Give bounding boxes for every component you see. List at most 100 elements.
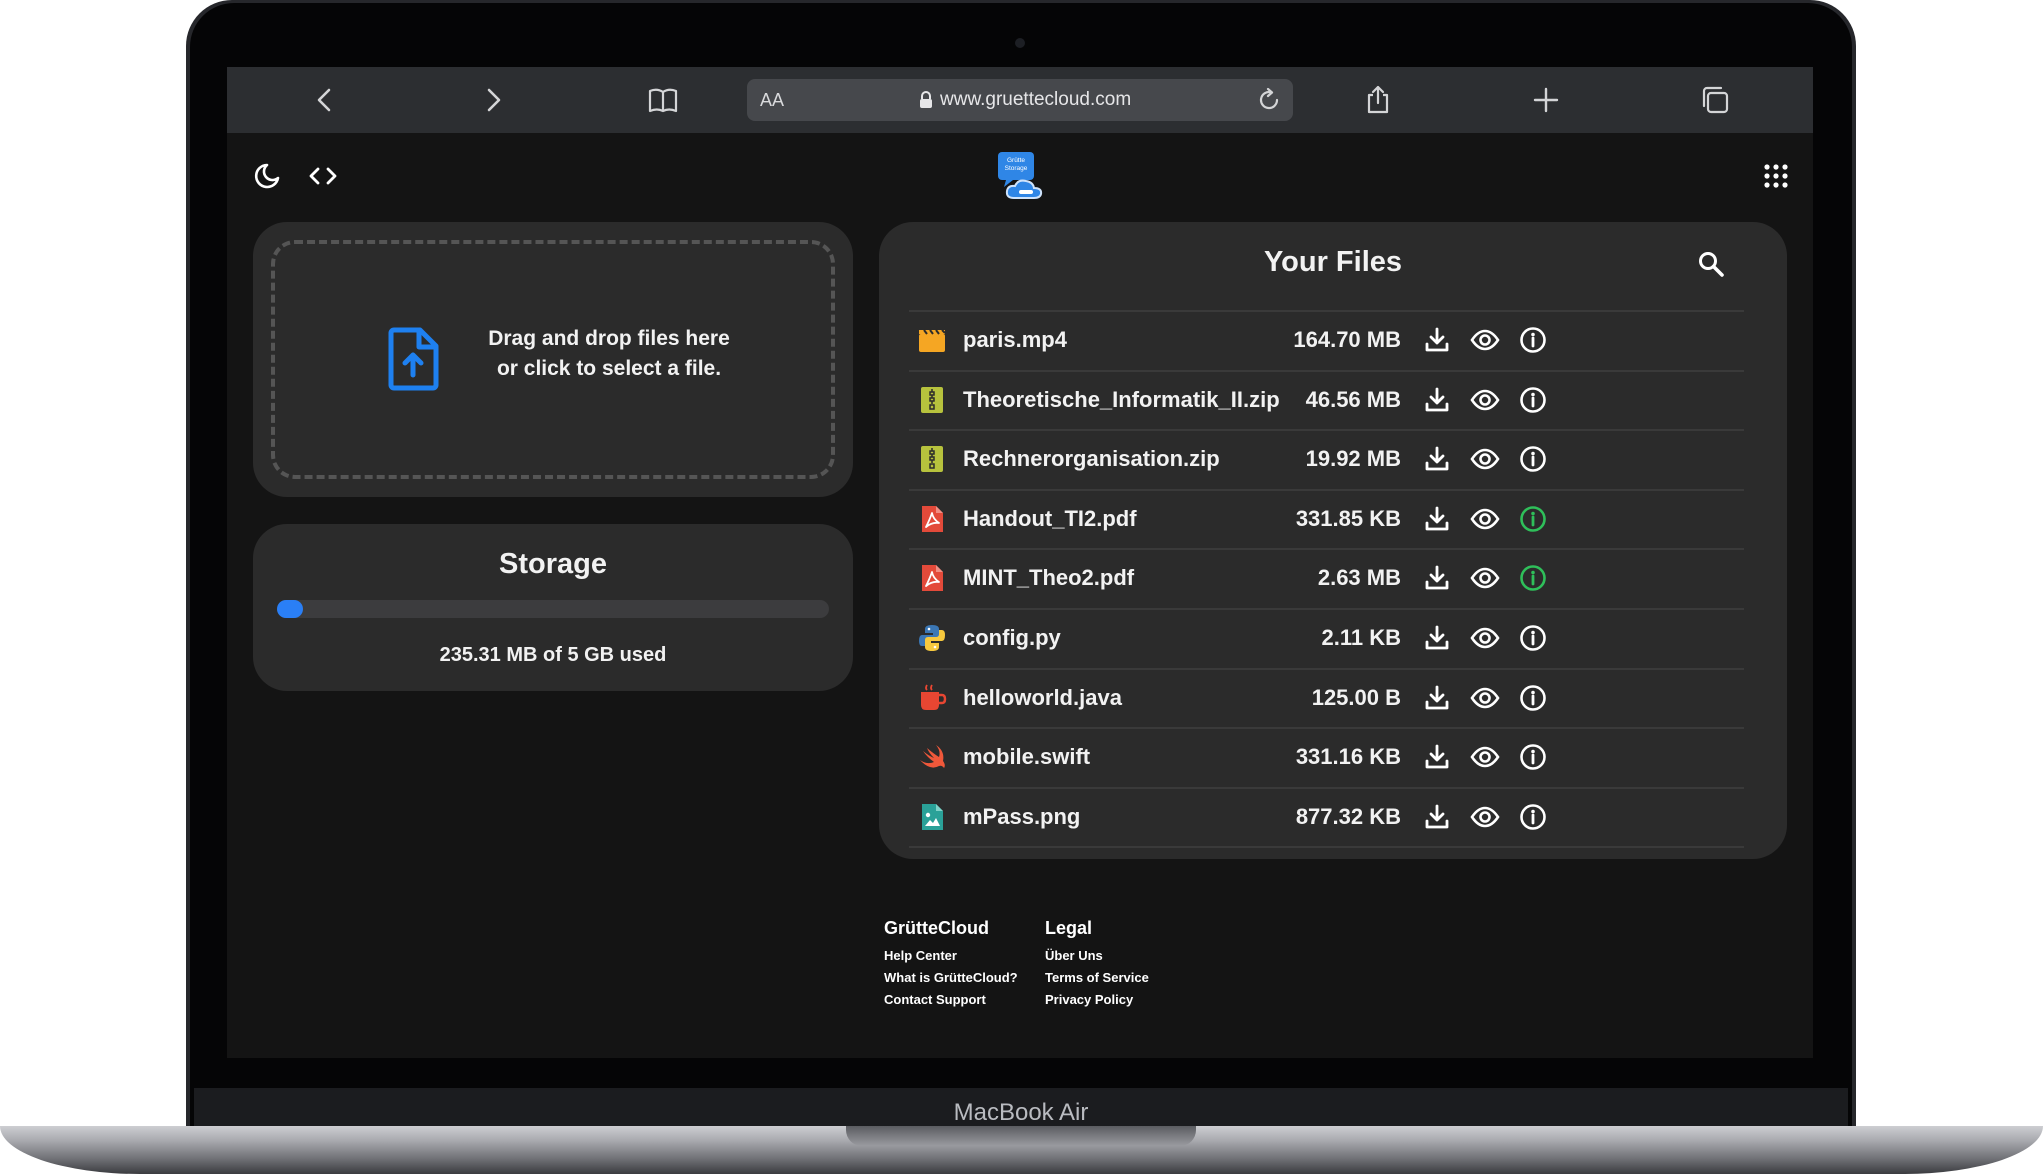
download-icon[interactable]: [1422, 683, 1452, 713]
storage-progress-fill: [277, 600, 303, 618]
file-row[interactable]: mobile.swift 331.16 KB: [909, 729, 1744, 789]
footer-heading: Legal: [1045, 918, 1093, 938]
code-icon[interactable]: [308, 162, 338, 190]
file-name[interactable]: config.py: [963, 625, 1061, 651]
java-file-icon: [917, 683, 947, 713]
preview-eye-icon[interactable]: [1470, 385, 1500, 415]
reload-icon[interactable]: [1256, 87, 1282, 113]
file-row[interactable]: config.py 2.11 KB: [909, 610, 1744, 670]
screen: AA www.gruettecloud.com Grütte Storage D…: [227, 67, 1813, 1058]
storage-card: Storage 235.31 MB of 5 GB used: [253, 524, 853, 691]
download-icon[interactable]: [1422, 802, 1452, 832]
file-row[interactable]: Rechnerorganisation.zip 19.92 MB: [909, 431, 1744, 491]
file-name[interactable]: mPass.png: [963, 804, 1080, 830]
zip-file-icon: [917, 385, 947, 415]
file-name[interactable]: Theoretische_Informatik_II.zip: [963, 387, 1280, 413]
drop-instructions-line2: or click to select a file.: [496, 357, 722, 380]
file-name[interactable]: Rechnerorganisation.zip: [963, 446, 1220, 472]
browser-toolbar: AA www.gruettecloud.com: [227, 67, 1813, 133]
info-icon[interactable]: [1518, 444, 1548, 474]
svg-text:Grütte: Grütte: [1007, 157, 1025, 164]
tabs-overview-icon[interactable]: [1699, 84, 1731, 116]
storage-used-text: 235.31 MB of 5 GB used: [439, 644, 667, 666]
camera-icon: [1015, 38, 1025, 48]
preview-eye-icon[interactable]: [1470, 444, 1500, 474]
file-upload-icon: [388, 327, 440, 391]
footer-link-privacy[interactable]: Privacy Policy: [1045, 989, 1149, 1011]
download-icon[interactable]: [1422, 742, 1452, 772]
preview-eye-icon[interactable]: [1470, 325, 1500, 355]
file-row[interactable]: Theoretische_Informatik_II.zip 46.56 MB: [909, 372, 1744, 432]
file-row[interactable]: helloworld.java 125.00 B: [909, 670, 1744, 730]
address-bar[interactable]: AA www.gruettecloud.com: [747, 79, 1293, 121]
pdf-file-icon: [917, 504, 947, 534]
download-icon[interactable]: [1422, 325, 1452, 355]
storage-title: Storage: [499, 548, 607, 580]
drop-instructions-line1: Drag and drop files here: [488, 327, 730, 350]
footer-column-gruettecloud: GrütteCloud Help Center What is GrütteCl…: [884, 918, 1018, 1011]
footer-link-contact-support[interactable]: Contact Support: [884, 989, 1018, 1011]
reader-aa-button[interactable]: AA: [760, 90, 784, 111]
image-file-icon: [917, 802, 947, 832]
back-icon[interactable]: [309, 84, 341, 116]
footer-link-help-center[interactable]: Help Center: [884, 945, 1018, 967]
preview-eye-icon[interactable]: [1470, 563, 1500, 593]
file-size: 46.56 MB: [1305, 386, 1401, 412]
python-file-icon: [917, 623, 947, 653]
footer-link-ueber-uns[interactable]: Über Uns: [1045, 945, 1149, 967]
footer-link-terms[interactable]: Terms of Service: [1045, 967, 1149, 989]
svg-text:Storage: Storage: [1005, 165, 1028, 172]
dark-mode-moon-icon[interactable]: [253, 162, 281, 190]
forward-icon[interactable]: [477, 84, 509, 116]
search-icon[interactable]: [1697, 250, 1725, 278]
file-row[interactable]: Handout_TI2.pdf 331.85 KB: [909, 491, 1744, 551]
info-icon[interactable]: [1518, 683, 1548, 713]
lock-icon: [920, 91, 932, 108]
file-name[interactable]: MINT_Theo2.pdf: [963, 565, 1134, 591]
info-icon[interactable]: [1518, 623, 1548, 653]
download-icon[interactable]: [1422, 563, 1452, 593]
footer-heading: GrütteCloud: [884, 918, 989, 938]
apps-grid-icon[interactable]: [1763, 163, 1789, 189]
footer-link-what-is[interactable]: What is GrütteCloud?: [884, 967, 1018, 989]
drop-instructions: Drag and drop files here or click to sel…: [459, 324, 759, 384]
files-card: Your Files paris.mp4 164.70 MB Theoretisch…: [879, 222, 1787, 859]
file-size: 19.92 MB: [1305, 446, 1401, 472]
info-icon[interactable]: [1518, 504, 1548, 534]
gruette-storage-logo[interactable]: Grütte Storage: [994, 150, 1048, 204]
file-name[interactable]: mobile.swift: [963, 744, 1090, 770]
download-icon[interactable]: [1422, 623, 1452, 653]
files-title: Your Files: [1263, 246, 1403, 278]
download-icon[interactable]: [1422, 504, 1452, 534]
download-icon[interactable]: [1422, 444, 1452, 474]
bookmarks-icon[interactable]: [647, 84, 679, 116]
file-size: 877.32 KB: [1295, 803, 1401, 829]
download-icon[interactable]: [1422, 385, 1452, 415]
file-row[interactable]: paris.mp4 164.70 MB: [909, 312, 1744, 372]
file-size: 331.85 KB: [1295, 505, 1401, 531]
device-label: MacBook Air: [953, 1099, 1089, 1126]
swift-file-icon: [917, 742, 947, 772]
laptop-opening-notch: [846, 1126, 1196, 1146]
file-size: 331.16 KB: [1295, 744, 1401, 770]
upload-card[interactable]: Drag and drop files here or click to sel…: [253, 222, 853, 497]
file-size: 164.70 MB: [1293, 327, 1401, 352]
info-icon[interactable]: [1518, 563, 1548, 593]
info-icon[interactable]: [1518, 802, 1548, 832]
file-name[interactable]: Handout_TI2.pdf: [963, 506, 1137, 532]
preview-eye-icon[interactable]: [1470, 623, 1500, 653]
new-tab-icon[interactable]: [1530, 84, 1562, 116]
share-icon[interactable]: [1362, 84, 1394, 116]
file-name[interactable]: paris.mp4: [963, 327, 1067, 353]
info-icon[interactable]: [1518, 325, 1548, 355]
preview-eye-icon[interactable]: [1470, 802, 1500, 832]
info-icon[interactable]: [1518, 385, 1548, 415]
file-name[interactable]: helloworld.java: [963, 685, 1122, 711]
preview-eye-icon[interactable]: [1470, 504, 1500, 534]
info-icon[interactable]: [1518, 742, 1548, 772]
preview-eye-icon[interactable]: [1470, 683, 1500, 713]
storage-progress-bar: [277, 600, 829, 618]
file-row[interactable]: MINT_Theo2.pdf 2.63 MB: [909, 550, 1744, 610]
preview-eye-icon[interactable]: [1470, 742, 1500, 772]
file-row[interactable]: mPass.png 877.32 KB: [909, 789, 1744, 849]
